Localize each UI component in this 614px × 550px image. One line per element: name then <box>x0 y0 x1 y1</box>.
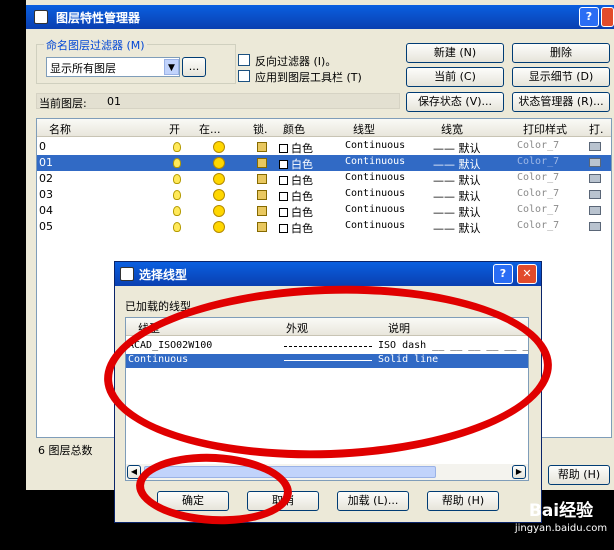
sun-icon[interactable] <box>213 157 225 169</box>
help-icon[interactable]: ? <box>579 7 599 27</box>
col-color[interactable]: 颜色 <box>283 121 305 137</box>
new-layer-button[interactable]: 新建 (N) <box>406 43 504 63</box>
table-row[interactable]: 01 白色 Continuous —— 默认 Color_7 <box>37 155 611 171</box>
apply-toolbar-checkbox[interactable] <box>238 70 250 82</box>
show-details-button[interactable]: 显示细节 (D) <box>512 67 610 87</box>
col-linetype[interactable]: 线型 <box>353 121 375 137</box>
col-plotstyle[interactable]: 打印样式 <box>523 121 567 137</box>
color-swatch <box>279 176 288 185</box>
color-swatch <box>279 224 288 233</box>
watermark: Bai经验 jingyan.baidu.com <box>508 494 614 550</box>
lightbulb-icon[interactable] <box>173 190 181 200</box>
table-row[interactable]: 03 白色 Continuous —— 默认 Color_7 <box>37 187 611 203</box>
lock-icon[interactable] <box>257 158 267 168</box>
lightbulb-icon[interactable] <box>173 142 181 152</box>
table-row[interactable]: 04 白色 Continuous —— 默认 Color_7 <box>37 203 611 219</box>
filter-select-value: 显示所有图层 <box>50 62 116 75</box>
scroll-right-icon[interactable]: ▶ <box>512 465 526 479</box>
watermark-brand: Bai经验 <box>528 501 594 521</box>
table-row[interactable]: 0 白色 Continuous —— 默认 Color_7 <box>37 139 611 155</box>
table-row[interactable]: 05 白色 Continuous —— 默认 Color_7 <box>37 219 611 235</box>
lock-icon[interactable] <box>257 142 267 152</box>
lightbulb-icon[interactable] <box>173 158 181 168</box>
color-swatch <box>279 192 288 201</box>
col-plot[interactable]: 打. <box>589 121 604 137</box>
color-swatch <box>279 208 288 217</box>
color-swatch <box>279 144 288 153</box>
sun-icon[interactable] <box>213 221 225 233</box>
current-layer-bar: 当前图层: 01 <box>36 93 400 110</box>
save-state-button[interactable]: 保存状态 (V)... <box>406 92 504 112</box>
main-help-button[interactable]: 帮助 (H) <box>548 465 610 485</box>
printer-icon[interactable] <box>589 174 601 183</box>
printer-icon[interactable] <box>589 158 601 167</box>
dialog-help-button[interactable]: 帮助 (H) <box>427 491 499 511</box>
dialog-help-icon[interactable]: ? <box>493 264 513 284</box>
lock-icon[interactable] <box>257 222 267 232</box>
filter-select[interactable]: 显示所有图层 ▼ <box>46 57 180 77</box>
set-current-button[interactable]: 当前 (C) <box>406 67 504 87</box>
sun-icon[interactable] <box>213 173 225 185</box>
printer-icon[interactable] <box>589 142 601 151</box>
chevron-down-icon[interactable]: ▼ <box>164 59 179 75</box>
sun-icon[interactable] <box>213 189 225 201</box>
window-title: 图层特性管理器 <box>56 11 141 25</box>
lightbulb-icon[interactable] <box>173 174 181 184</box>
dialog-app-icon <box>120 267 134 281</box>
col-lineweight[interactable]: 线宽 <box>441 121 463 137</box>
invert-filter-label: 反向过滤器 (I)。 <box>255 55 337 68</box>
current-layer-label: 当前图层: <box>39 97 87 110</box>
col-lock[interactable]: 锁. <box>253 121 268 137</box>
close-icon[interactable] <box>601 7 614 27</box>
dialog-titlebar[interactable]: 选择线型 ? ✕ <box>115 262 541 286</box>
lock-icon[interactable] <box>257 206 267 216</box>
load-button[interactable]: 加载 (L)... <box>337 491 409 511</box>
sun-icon[interactable] <box>213 141 225 153</box>
lock-icon[interactable] <box>257 190 267 200</box>
color-swatch <box>279 160 288 169</box>
filter-group-label: 命名图层过滤器 (M) <box>44 37 147 53</box>
watermark-url: jingyan.baidu.com <box>514 523 608 534</box>
col-on[interactable]: 开 <box>169 121 180 137</box>
col-freeze[interactable]: 在... <box>199 121 221 137</box>
dialog-close-icon[interactable]: ✕ <box>517 264 537 284</box>
apply-toolbar-label: 应用到图层工具栏 (T) <box>255 71 362 84</box>
invert-filter-checkbox[interactable] <box>238 54 250 66</box>
table-row[interactable]: 02 白色 Continuous —— 默认 Color_7 <box>37 171 611 187</box>
layer-manager-titlebar[interactable]: 图层特性管理器 ? <box>26 5 614 29</box>
sun-icon[interactable] <box>213 205 225 217</box>
layer-count: 6 图层总数 <box>38 444 93 457</box>
printer-icon[interactable] <box>589 206 601 215</box>
lock-icon[interactable] <box>257 174 267 184</box>
lightbulb-icon[interactable] <box>173 206 181 216</box>
delete-layer-button[interactable]: 删除 <box>512 43 610 63</box>
current-layer-value: 01 <box>107 95 121 108</box>
printer-icon[interactable] <box>589 190 601 199</box>
lightbulb-icon[interactable] <box>173 222 181 232</box>
filter-browse-button[interactable]: ... <box>182 57 206 77</box>
col-name[interactable]: 名称 <box>49 121 71 137</box>
layer-table-header: 名称 开 在... 锁. 颜色 线型 线宽 打印样式 打. <box>37 119 611 137</box>
dialog-title: 选择线型 <box>139 268 188 282</box>
state-manager-button[interactable]: 状态管理器 (R)... <box>512 92 610 112</box>
printer-icon[interactable] <box>589 222 601 231</box>
app-icon <box>34 10 48 24</box>
